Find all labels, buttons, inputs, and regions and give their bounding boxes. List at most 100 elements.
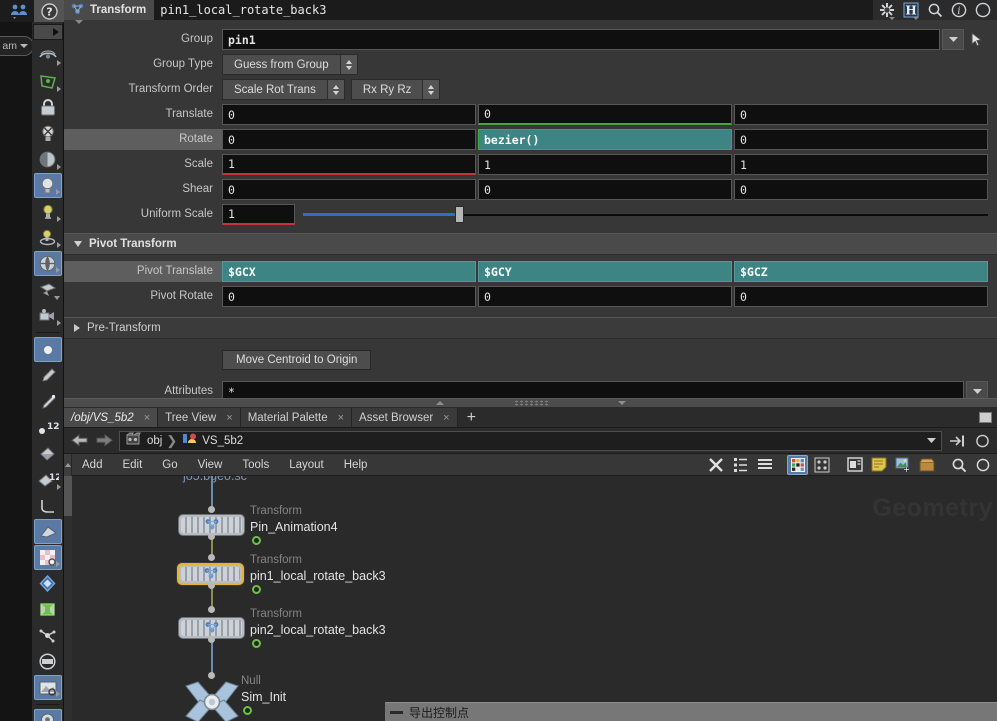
list-icon[interactable] bbox=[754, 455, 775, 475]
menu-go[interactable]: Go bbox=[152, 454, 187, 476]
close-icon[interactable]: × bbox=[226, 412, 232, 424]
tabstrip-maximize-button[interactable] bbox=[979, 408, 997, 427]
box-icon[interactable] bbox=[916, 455, 937, 475]
move-centroid-to-origin-button[interactable]: Move Centroid to Origin bbox=[222, 350, 372, 370]
uniform-scale-input[interactable]: 1 bbox=[222, 204, 295, 225]
transform-order-rot-dropdown[interactable]: Rx Ry Rz bbox=[350, 79, 441, 100]
scale-z-input[interactable]: 1 bbox=[734, 154, 988, 175]
display-flag-icon[interactable] bbox=[243, 706, 252, 715]
splitter-collapse-down-icon[interactable] bbox=[617, 401, 626, 405]
image-plane-icon[interactable] bbox=[33, 675, 62, 700]
node-sim-init[interactable] bbox=[182, 680, 242, 721]
node-type-tab[interactable]: Transform bbox=[64, 0, 155, 24]
pivot-rotate-x-input[interactable]: 0 bbox=[222, 286, 476, 307]
translate-y-input[interactable]: 0 bbox=[478, 104, 732, 125]
tab-tree-view[interactable]: Tree View × bbox=[158, 408, 241, 427]
viewport-mode-dropdown[interactable]: am bbox=[0, 36, 34, 56]
splitter-grip-icon[interactable] bbox=[513, 400, 548, 406]
back-arrow-icon[interactable] bbox=[69, 432, 89, 450]
pivot-translate-y-input[interactable]: $GCY bbox=[478, 261, 732, 282]
info-icon[interactable]: i bbox=[948, 0, 970, 20]
rotate-y-input[interactable]: bezier() bbox=[478, 129, 732, 150]
splitter-collapse-up-icon[interactable] bbox=[435, 401, 444, 405]
group-dropdown-button[interactable] bbox=[942, 29, 964, 50]
brush-icon[interactable] bbox=[34, 363, 62, 388]
image-icon[interactable] bbox=[892, 455, 913, 475]
environment-light-icon[interactable] bbox=[33, 251, 62, 276]
minimize-icon[interactable] bbox=[390, 710, 403, 714]
group-type-dropdown[interactable]: Guess from Group bbox=[222, 54, 358, 75]
rotate-x-input[interactable]: 0 bbox=[222, 129, 476, 150]
window-icon[interactable] bbox=[844, 455, 865, 475]
uniform-scale-slider[interactable] bbox=[297, 204, 988, 225]
menu-edit[interactable]: Edit bbox=[112, 454, 152, 476]
scale-x-input[interactable]: 1 bbox=[222, 154, 476, 175]
section-pivot-transform[interactable]: Pivot Transform bbox=[64, 233, 997, 255]
path-input[interactable]: obj ❯ VS_5b2 bbox=[119, 430, 942, 451]
node-output-dot[interactable] bbox=[208, 533, 215, 540]
pivot-rotate-z-input[interactable]: 0 bbox=[734, 286, 988, 307]
lightbulb-off-icon[interactable] bbox=[34, 121, 62, 146]
display-flag-icon[interactable] bbox=[252, 639, 261, 648]
lightbulb-icon[interactable] bbox=[33, 173, 62, 198]
deform-cage-icon[interactable] bbox=[34, 597, 62, 622]
hierarchy-icon[interactable] bbox=[730, 455, 751, 475]
transform-order-srt-dropdown[interactable]: Scale Rot Trans bbox=[222, 79, 345, 100]
lock-icon[interactable] bbox=[34, 95, 62, 120]
forward-arrow-icon[interactable] bbox=[94, 432, 114, 450]
menu-layout[interactable]: Layout bbox=[279, 454, 334, 476]
translate-z-input[interactable]: 0 bbox=[734, 104, 988, 125]
persons-icon[interactable] bbox=[4, 0, 34, 22]
shade-icon[interactable] bbox=[34, 147, 62, 172]
attributes-input[interactable]: * bbox=[222, 381, 964, 398]
node-name-field[interactable]: pin1_local_rotate_back3 bbox=[154, 0, 873, 20]
network-options-icon[interactable] bbox=[972, 455, 993, 475]
node-pin2-local-rotate-back3[interactable] bbox=[178, 617, 245, 639]
select-visible-icon[interactable] bbox=[34, 43, 62, 68]
tab-material-palette[interactable]: Material Palette × bbox=[240, 408, 353, 427]
select-geometry-icon[interactable] bbox=[34, 69, 62, 94]
camera-place-icon[interactable] bbox=[34, 303, 62, 328]
slider-handle[interactable] bbox=[455, 206, 465, 223]
shear-y-input[interactable]: 0 bbox=[478, 179, 732, 200]
place-light-icon[interactable] bbox=[34, 225, 62, 250]
display-flag-icon[interactable] bbox=[252, 536, 261, 545]
checker-texture-icon[interactable] bbox=[33, 545, 62, 570]
close-icon[interactable]: × bbox=[443, 412, 449, 424]
breadcrumb-vs5b2[interactable]: VS_5b2 bbox=[202, 435, 243, 447]
node-input-dot[interactable] bbox=[208, 554, 215, 561]
node-output-dot[interactable] bbox=[208, 636, 215, 643]
node-input-dot[interactable] bbox=[208, 606, 215, 613]
tab-obj-vs5b2[interactable]: /obj/VS_5b2 × bbox=[64, 408, 159, 427]
camera-icon[interactable] bbox=[34, 277, 62, 302]
shear-x-input[interactable]: 0 bbox=[222, 179, 476, 200]
help-icon[interactable]: ? bbox=[34, 0, 64, 22]
search-icon[interactable] bbox=[924, 0, 946, 20]
add-tab-button[interactable]: + bbox=[457, 408, 485, 427]
joint-icon[interactable] bbox=[34, 623, 62, 648]
network-canvas[interactable]: Geometry jo5.bgeo.sc Transform Pin_Anima… bbox=[64, 476, 997, 721]
paint-bucket-icon[interactable] bbox=[34, 441, 62, 466]
search-icon[interactable] bbox=[948, 455, 969, 475]
locator-pin-icon[interactable] bbox=[33, 709, 62, 721]
attributes-dropdown-button[interactable] bbox=[966, 381, 988, 398]
point-icon[interactable] bbox=[33, 337, 62, 362]
menu-view[interactable]: View bbox=[188, 454, 233, 476]
breadcrumb-obj[interactable]: obj bbox=[147, 435, 162, 447]
group-pick-icon[interactable] bbox=[966, 29, 988, 50]
close-icon[interactable]: × bbox=[144, 412, 150, 424]
menu-help[interactable]: Help bbox=[334, 454, 378, 476]
number-12-icon[interactable]: 12 bbox=[34, 415, 62, 440]
spinner-icon[interactable] bbox=[339, 55, 357, 74]
pivot-translate-z-input[interactable]: $GCZ bbox=[734, 261, 988, 282]
section-pre-transform[interactable]: Pre-Transform bbox=[64, 317, 997, 339]
shear-z-input[interactable]: 0 bbox=[734, 179, 988, 200]
node-input-dot[interactable] bbox=[208, 672, 215, 679]
tools-icon[interactable] bbox=[706, 455, 727, 475]
scrollbar-thumb[interactable] bbox=[64, 476, 72, 516]
display-flag-icon[interactable] bbox=[252, 585, 261, 594]
paint-12-icon[interactable]: 12 bbox=[34, 467, 62, 492]
rotate-z-input[interactable]: 0 bbox=[734, 129, 988, 150]
tab-asset-browser[interactable]: Asset Browser × bbox=[352, 408, 458, 427]
spinner-icon[interactable] bbox=[326, 80, 344, 99]
